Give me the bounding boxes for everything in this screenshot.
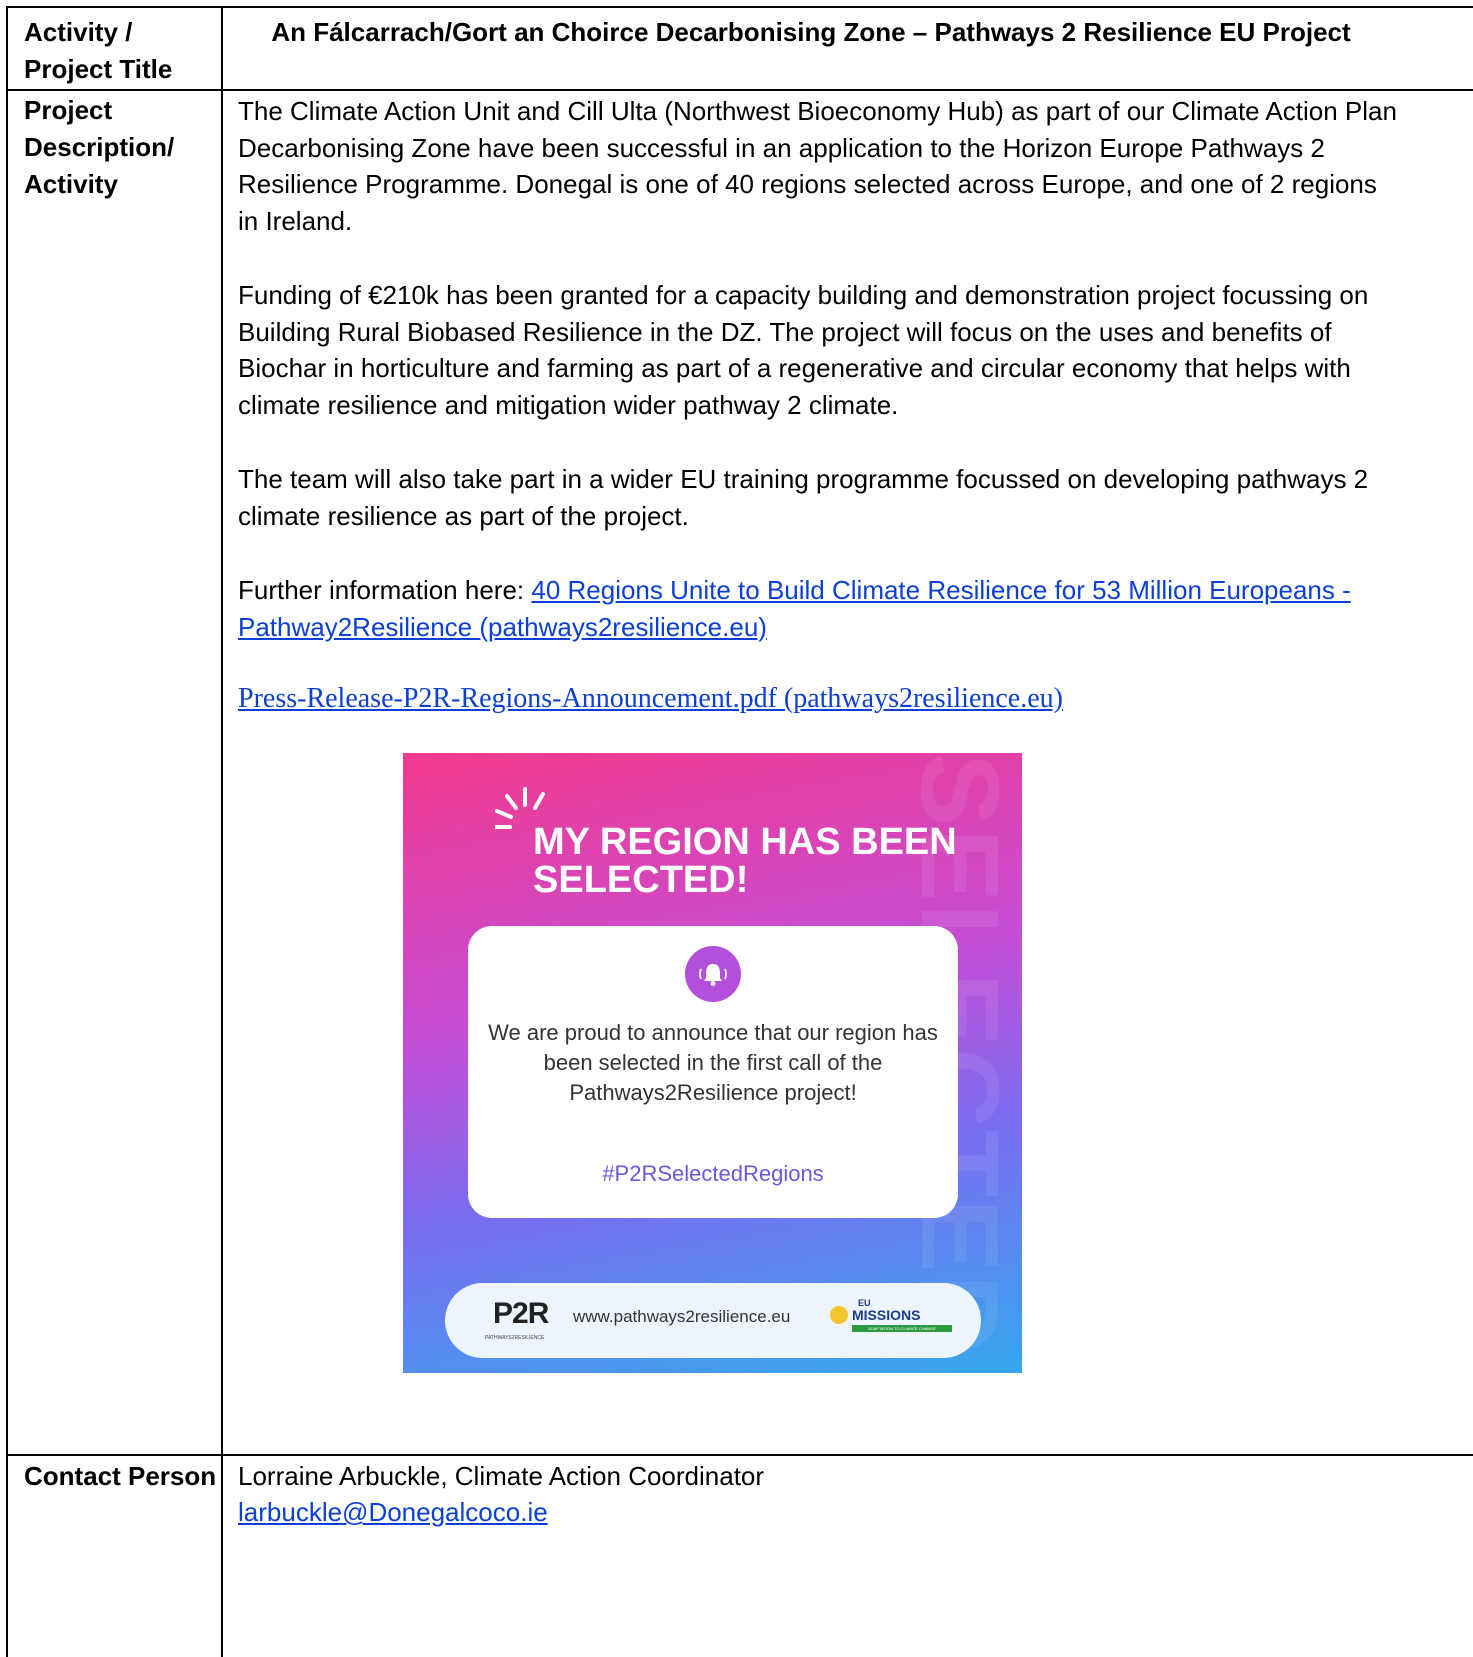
project-title: An Fálcarrach/Gort an Choirce Decarbonis… (271, 17, 1351, 47)
missions-name: MISSIONS (852, 1307, 921, 1323)
poster-headline: MY REGION HAS BEEN SELECTED! (533, 821, 957, 901)
bell-icon (685, 946, 741, 1002)
hashtag: #P2RSelectedRegions (602, 1161, 824, 1186)
p2r-logo-subtitle: PATHWAYS2RESILIENCE (485, 1335, 545, 1341)
announcement-text: We are proud to announce that our region… (488, 1020, 938, 1105)
contact-name: Lorraine Arbuckle, Climate Action Coordi… (238, 1461, 765, 1491)
press-release-paragraph: Press-Release-P2R-Regions-Announcement.p… (238, 683, 1398, 715)
missions-tagline: ADAPTATION TO CLIMATE CHANGE (852, 1325, 952, 1332)
eu-missions-logo: EU MISSIONS ADAPTATION TO CLIMATE CHANGE (830, 1298, 960, 1338)
further-info: Further information here: 40 Regions Uni… (238, 572, 1398, 645)
contact-email-paragraph: larbuckle@Donegalcoco.ie (238, 1494, 1398, 1531)
poster-footer: P2R PATHWAYS2RESILIENCE www.pathways2res… (445, 1283, 981, 1358)
contact-email-link[interactable]: larbuckle@Donegalcoco.ie (238, 1497, 548, 1527)
activity-title-label: Activity / Project Title (24, 17, 173, 84)
table-border-left (6, 6, 8, 1657)
contact-person-label: Contact Person (24, 1461, 217, 1491)
eu-star-icon (830, 1306, 848, 1324)
p2r-logo: P2R (493, 1297, 549, 1330)
description-paragraph-1: The Climate Action Unit and Cill Ulta (N… (238, 96, 1397, 236)
description-paragraph-2: Funding of €210k has been granted for a … (238, 280, 1369, 420)
table-row-divider-2 (6, 1454, 1473, 1456)
description-paragraph-3: The team will also take part in a wider … (238, 464, 1369, 531)
project-description-label: Project Description/ Activity (24, 95, 175, 199)
further-info-prefix: Further information here: (238, 575, 532, 605)
press-release-link[interactable]: Press-Release-P2R-Regions-Announcement.p… (238, 683, 1063, 714)
table-border-top (6, 6, 1473, 8)
table-column-divider (221, 6, 223, 1657)
poster-url: www.pathways2resilience.eu (573, 1307, 791, 1326)
document-page: Activity / Project Title An Fálcarrach/G… (0, 0, 1473, 1657)
announcement-card: We are proud to announce that our region… (468, 926, 958, 1218)
region-selected-poster: SELECTED MY REGION HAS BEEN SELECTED! We… (403, 753, 1022, 1373)
table-row-divider-1 (6, 89, 1473, 91)
